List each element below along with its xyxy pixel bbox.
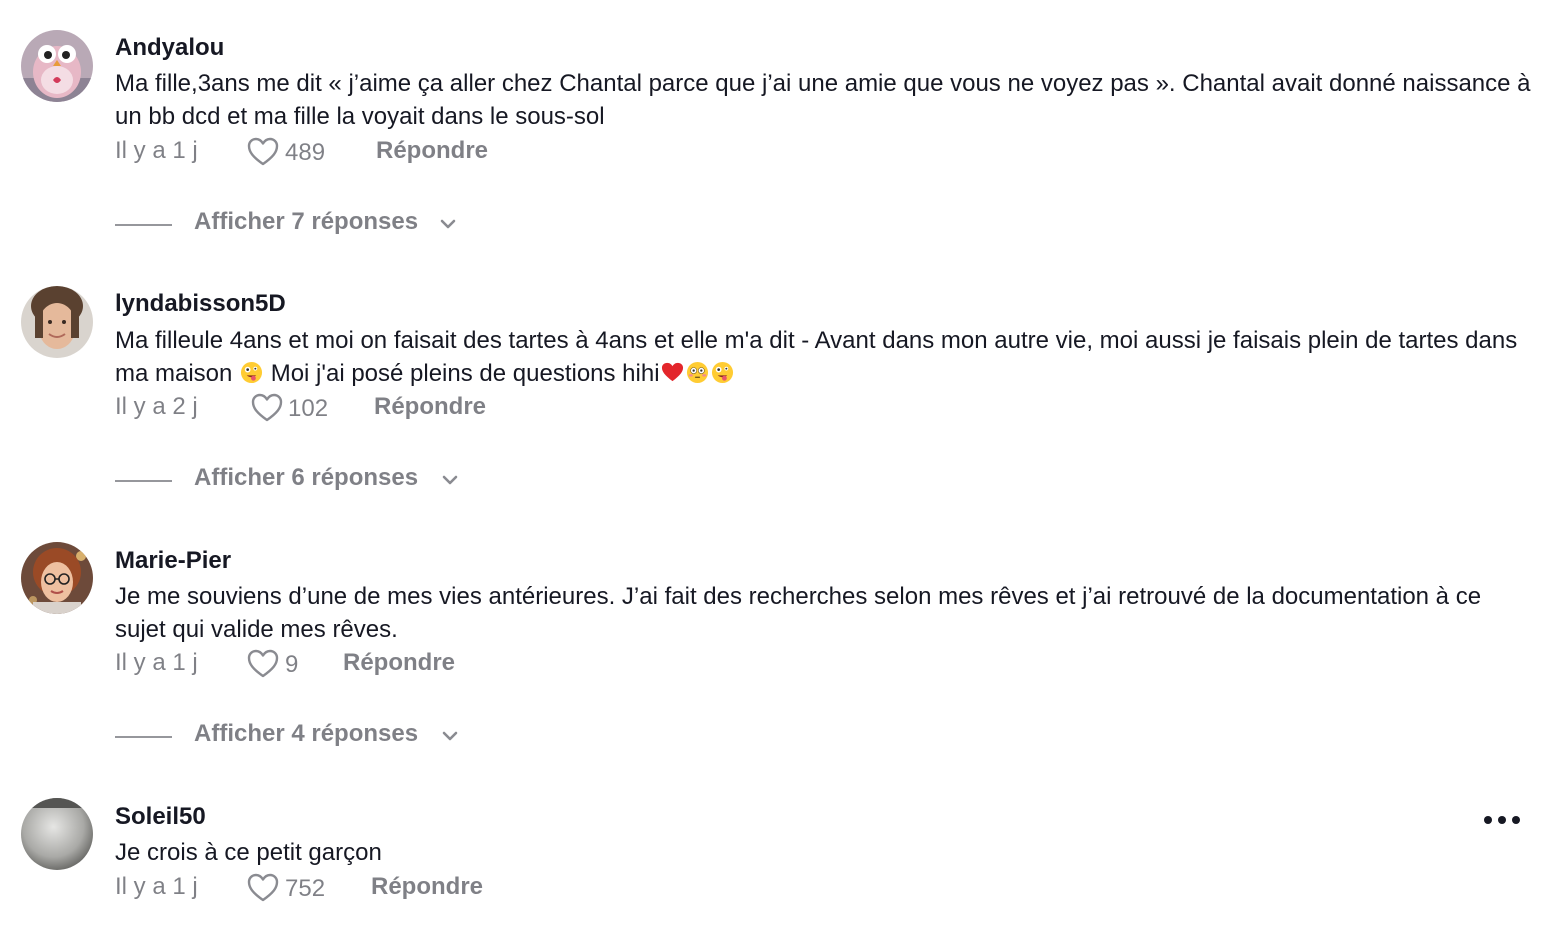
comment-text: Je me souviens d’une de mes vies antérie… bbox=[115, 583, 1482, 643]
reply-button[interactable]: Répondre bbox=[371, 873, 483, 901]
reply-button[interactable]: Répondre bbox=[343, 649, 455, 677]
avatar[interactable] bbox=[21, 542, 93, 614]
view-replies-label: Afficher 6 réponses bbox=[194, 464, 419, 491]
username[interactable]: Andyalou bbox=[115, 34, 224, 62]
divider-line bbox=[115, 736, 172, 738]
owl-plush-icon bbox=[21, 30, 93, 102]
avatar[interactable] bbox=[21, 30, 93, 102]
zany-face-icon bbox=[241, 361, 263, 384]
like-count: 489 bbox=[285, 139, 326, 166]
avatar[interactable] bbox=[21, 798, 93, 870]
view-replies-label: Afficher 4 réponses bbox=[194, 720, 419, 747]
chevron-down-icon bbox=[440, 219, 456, 229]
timestamp: Il y a 1 j bbox=[115, 137, 198, 164]
woman-portrait-icon bbox=[21, 286, 93, 358]
red-heart-icon bbox=[661, 362, 683, 382]
flushed-face-icon bbox=[686, 361, 708, 384]
like-count: 9 bbox=[285, 651, 299, 678]
timestamp: Il y a 1 j bbox=[115, 873, 198, 900]
comment-text: Je crois à ce petit garçon bbox=[115, 839, 382, 866]
heart-icon[interactable] bbox=[247, 137, 279, 167]
timestamp: Il y a 1 j bbox=[115, 649, 198, 676]
username[interactable]: lyndabisson5D bbox=[115, 290, 286, 318]
woman-glasses-icon bbox=[21, 542, 93, 614]
comment-text: Ma fille,3ans me dit « j’aime ça aller c… bbox=[115, 70, 1531, 130]
zany-face-icon bbox=[711, 361, 733, 384]
grey-photo-icon bbox=[21, 798, 93, 870]
username[interactable]: Soleil50 bbox=[115, 803, 206, 831]
heart-icon[interactable] bbox=[247, 649, 279, 679]
heart-icon[interactable] bbox=[251, 393, 283, 423]
heart-icon[interactable] bbox=[247, 873, 279, 903]
username[interactable]: Marie-Pier bbox=[115, 547, 231, 575]
divider-line bbox=[115, 224, 172, 226]
avatar[interactable] bbox=[21, 286, 93, 358]
divider-line bbox=[115, 480, 172, 482]
comment-text-part: Moi j'ai posé pleins de questions hihi bbox=[270, 360, 660, 387]
like-count: 752 bbox=[285, 875, 326, 902]
chevron-down-icon bbox=[442, 731, 458, 741]
view-replies-label: Afficher 7 réponses bbox=[194, 208, 419, 235]
reply-button[interactable]: Répondre bbox=[374, 393, 486, 421]
more-options-icon[interactable] bbox=[1480, 808, 1524, 832]
timestamp: Il y a 2 j bbox=[115, 393, 198, 420]
chevron-down-icon bbox=[442, 475, 458, 485]
reply-button[interactable]: Répondre bbox=[376, 137, 488, 165]
comment-text: Ma filleule 4ans et moi on faisait des t… bbox=[115, 324, 1535, 390]
like-count: 102 bbox=[288, 395, 329, 422]
